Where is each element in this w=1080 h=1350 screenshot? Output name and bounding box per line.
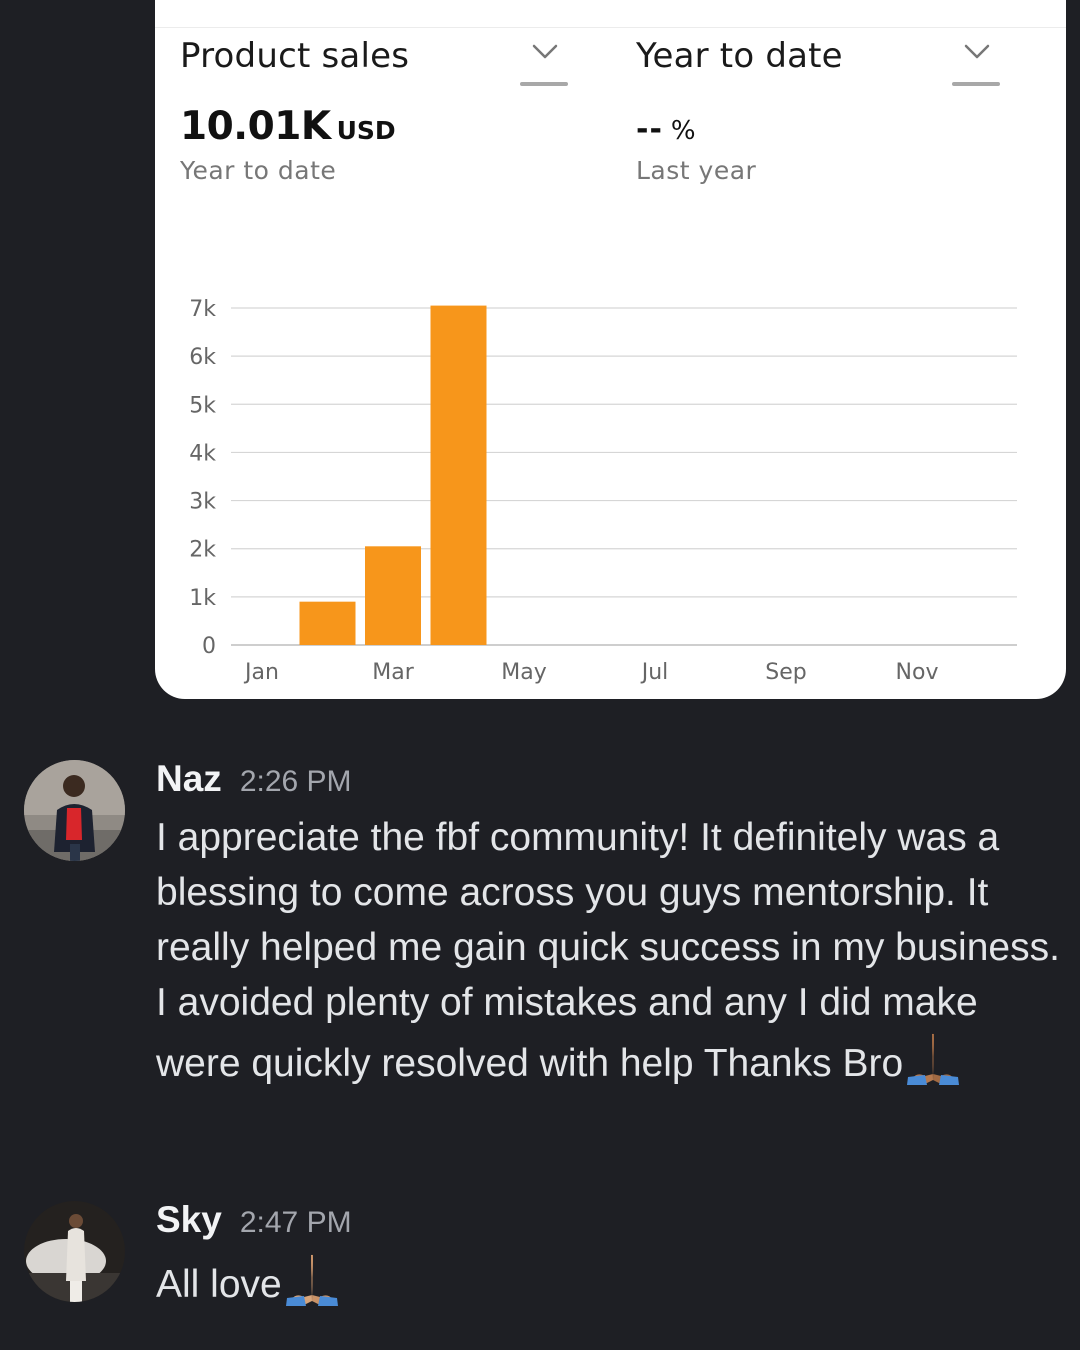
bar-mar [365, 546, 421, 645]
message-text: All love [156, 1263, 282, 1306]
message-body: I appreciate the fbf community! It defin… [156, 810, 1066, 1101]
bar-apr [430, 305, 487, 645]
y-tick-label: 1k [189, 586, 216, 611]
x-tick-label: May [501, 660, 546, 685]
y-tick-label: 7k [189, 297, 216, 322]
y-tick-label: 5k [189, 393, 216, 418]
x-tick-label: Sep [765, 660, 806, 685]
y-tick-label: 3k [189, 490, 216, 515]
bar-feb [299, 601, 356, 645]
y-tick-label: 2k [189, 538, 216, 563]
x-tick-label: Jan [243, 660, 279, 685]
message-author[interactable]: Naz [156, 758, 222, 799]
sales-bar-chart: 0 1k 2k 3k 4k 5k 6k 7k Jan Mar May Jul Sep Nov [189, 297, 1017, 685]
y-tick-label: 0 [202, 634, 216, 659]
folded-hands-emoji [905, 1030, 961, 1101]
y-tick-label: 4k [189, 441, 216, 466]
folded-hands-emoji [284, 1251, 340, 1322]
message-author[interactable]: Sky [156, 1199, 222, 1240]
x-tick-label: Jul [640, 660, 669, 685]
sales-card: Product sales Year to date 10.01K USD Yea… [155, 0, 1066, 699]
message-timestamp: 2:47 PM [239, 1206, 352, 1239]
message-timestamp: 2:26 PM [239, 765, 352, 798]
message-body: All love [156, 1251, 1066, 1322]
message-header: Sky 2:47 PM [156, 1199, 352, 1241]
avatar[interactable] [24, 1201, 125, 1302]
y-tick-label: 6k [189, 345, 216, 370]
message-header: Naz 2:26 PM [156, 758, 352, 800]
x-tick-label: Mar [372, 660, 414, 685]
avatar[interactable] [24, 760, 125, 861]
x-tick-label: Nov [896, 660, 939, 685]
